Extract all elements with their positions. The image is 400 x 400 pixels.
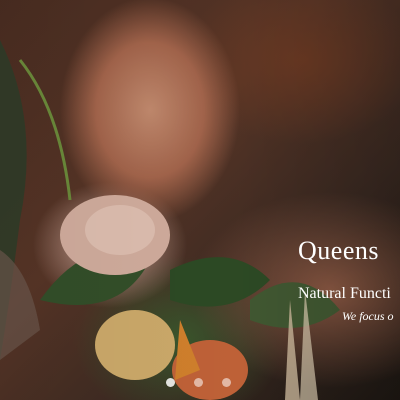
hero-subtitle: Natural Functi bbox=[298, 285, 391, 302]
hero-caption: Queens Natural Functi We focus o bbox=[298, 236, 394, 324]
hero-overlay bbox=[0, 0, 400, 400]
carousel-dot-3[interactable] bbox=[222, 378, 231, 387]
carousel-indicators bbox=[166, 378, 231, 387]
hero-title: Queens bbox=[298, 236, 379, 265]
hero-tagline: We focus o bbox=[342, 309, 394, 323]
carousel-dot-2[interactable] bbox=[194, 378, 203, 387]
carousel-dot-1[interactable] bbox=[166, 378, 175, 387]
hero-slider: Queens Natural Functi We focus o bbox=[0, 0, 400, 400]
